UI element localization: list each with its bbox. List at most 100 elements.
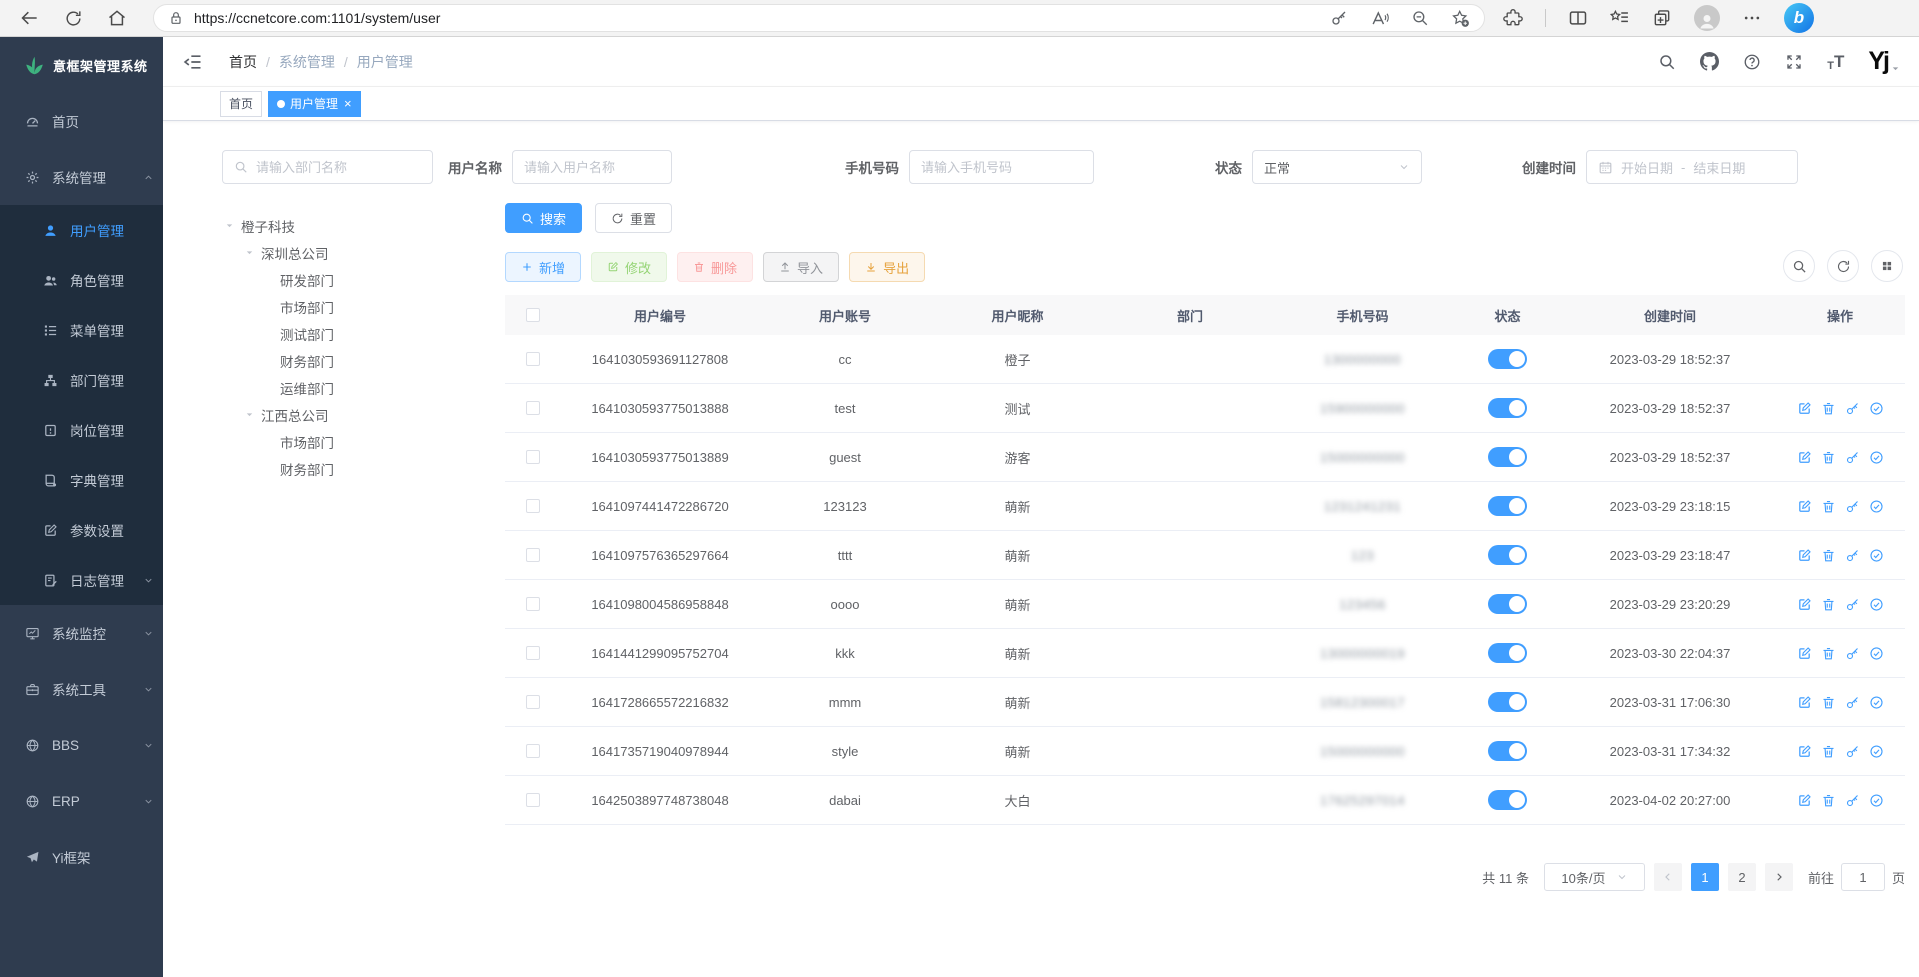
dept-name-field[interactable] (256, 160, 421, 175)
address-bar[interactable]: https://ccnetcore.com:1101/system/user (153, 4, 1485, 32)
github-icon[interactable] (1700, 52, 1719, 71)
table-search-toggle-icon[interactable] (1783, 250, 1815, 282)
edit-button[interactable]: 修改 (591, 252, 667, 282)
font-size-icon[interactable]: TT (1827, 52, 1844, 72)
delete-user-icon[interactable] (1821, 499, 1836, 514)
browser-back-icon[interactable] (20, 8, 40, 28)
row-checkbox[interactable] (526, 695, 540, 709)
prev-page-button[interactable] (1654, 863, 1682, 891)
sidebar-item-home[interactable]: 首页 (0, 93, 163, 149)
tree-node[interactable]: 市场部门 (222, 293, 505, 320)
fullscreen-icon[interactable] (1785, 53, 1803, 71)
lock-icon[interactable] (168, 10, 184, 26)
sidebar-item-dict-mgmt[interactable]: 字典管理 (0, 455, 163, 505)
row-checkbox[interactable] (526, 450, 540, 464)
tree-node[interactable]: 研发部门 (222, 266, 505, 293)
tree-caret-icon[interactable] (244, 247, 255, 258)
status-toggle[interactable] (1488, 643, 1527, 663)
delete-user-icon[interactable] (1821, 597, 1836, 612)
tab-home[interactable]: 首页 (220, 91, 262, 117)
collections-icon[interactable] (1610, 8, 1630, 28)
status-toggle[interactable] (1488, 545, 1527, 565)
bing-chat-icon[interactable]: b (1784, 3, 1814, 33)
assign-role-icon[interactable] (1869, 499, 1884, 514)
row-checkbox[interactable] (526, 597, 540, 611)
assign-role-icon[interactable] (1869, 597, 1884, 612)
sidebar-item-system-mgmt[interactable]: 系统管理 (0, 149, 163, 205)
url-text[interactable]: https://ccnetcore.com:1101/system/user (194, 10, 440, 26)
status-toggle[interactable] (1488, 398, 1527, 418)
browser-more-icon[interactable] (1742, 8, 1762, 28)
assign-role-icon[interactable] (1869, 744, 1884, 759)
status-toggle[interactable] (1488, 349, 1527, 369)
password-key-icon[interactable] (1330, 9, 1348, 27)
reset-password-icon[interactable] (1845, 695, 1860, 710)
row-checkbox[interactable] (526, 401, 540, 415)
avatar-caret-down-icon[interactable] (1890, 63, 1901, 74)
reset-password-icon[interactable] (1845, 401, 1860, 416)
user-avatar-logo[interactable]: Yj (1868, 49, 1888, 74)
row-checkbox[interactable] (526, 646, 540, 660)
page-number-1[interactable]: 1 (1691, 863, 1719, 891)
username-field[interactable] (524, 160, 660, 175)
search-button[interactable]: 搜索 (505, 203, 582, 233)
sidebar-item-role-mgmt[interactable]: 角色管理 (0, 255, 163, 305)
reset-password-icon[interactable] (1845, 744, 1860, 759)
delete-user-icon[interactable] (1821, 744, 1836, 759)
sidebar-item-yi-framework[interactable]: Yi框架 (0, 829, 163, 885)
next-page-button[interactable] (1765, 863, 1793, 891)
delete-user-icon[interactable] (1821, 695, 1836, 710)
sidebar-item-erp[interactable]: ERP (0, 773, 163, 829)
status-toggle[interactable] (1488, 692, 1527, 712)
reset-password-icon[interactable] (1845, 793, 1860, 808)
reset-password-icon[interactable] (1845, 548, 1860, 563)
assign-role-icon[interactable] (1869, 401, 1884, 416)
split-screen-icon[interactable] (1568, 8, 1588, 28)
edit-user-icon[interactable] (1797, 499, 1812, 514)
tree-node[interactable]: 财务部门 (222, 455, 505, 482)
assign-role-icon[interactable] (1869, 646, 1884, 661)
help-icon[interactable] (1743, 53, 1761, 71)
reset-password-icon[interactable] (1845, 450, 1860, 465)
date-range-picker[interactable]: 开始日期 - 结束日期 (1586, 150, 1798, 184)
tab-close-icon[interactable]: × (344, 97, 352, 110)
tab-user-mgmt[interactable]: 用户管理 × (268, 91, 361, 117)
tree-node[interactable]: 市场部门 (222, 428, 505, 455)
breadcrumb-home[interactable]: 首页 (229, 52, 257, 72)
reset-password-icon[interactable] (1845, 499, 1860, 514)
delete-user-icon[interactable] (1821, 793, 1836, 808)
status-toggle[interactable] (1488, 790, 1527, 810)
username-input[interactable] (512, 150, 672, 184)
assign-role-icon[interactable] (1869, 450, 1884, 465)
sidebar-item-bbs[interactable]: BBS (0, 717, 163, 773)
tree-caret-icon[interactable] (224, 220, 235, 231)
browser-home-icon[interactable] (107, 8, 127, 28)
row-checkbox[interactable] (526, 744, 540, 758)
delete-user-icon[interactable] (1821, 646, 1836, 661)
row-checkbox[interactable] (526, 793, 540, 807)
status-toggle[interactable] (1488, 447, 1527, 467)
reset-password-icon[interactable] (1845, 597, 1860, 612)
add-button[interactable]: 新增 (505, 252, 581, 282)
tree-node[interactable]: 测试部门 (222, 320, 505, 347)
sidebar-item-menu-mgmt[interactable]: 菜单管理 (0, 305, 163, 355)
status-toggle[interactable] (1488, 594, 1527, 614)
reset-password-icon[interactable] (1845, 646, 1860, 661)
edit-user-icon[interactable] (1797, 597, 1812, 612)
status-toggle[interactable] (1488, 496, 1527, 516)
tree-node[interactable]: 橙子科技 (222, 212, 505, 239)
assign-role-icon[interactable] (1869, 548, 1884, 563)
browser-profile-avatar[interactable] (1694, 5, 1720, 31)
delete-user-icon[interactable] (1821, 450, 1836, 465)
extensions-icon[interactable] (1503, 8, 1523, 28)
edit-user-icon[interactable] (1797, 744, 1812, 759)
header-search-icon[interactable] (1658, 53, 1676, 71)
edit-user-icon[interactable] (1797, 450, 1812, 465)
page-size-select[interactable]: 10条/页 (1544, 863, 1645, 891)
status-toggle[interactable] (1488, 741, 1527, 761)
page-number-2[interactable]: 2 (1728, 863, 1756, 891)
tab-actions-icon[interactable] (1652, 8, 1672, 28)
breadcrumb-system-mgmt[interactable]: 系统管理 (279, 52, 335, 72)
tree-node[interactable]: 深圳总公司 (222, 239, 505, 266)
edit-user-icon[interactable] (1797, 793, 1812, 808)
